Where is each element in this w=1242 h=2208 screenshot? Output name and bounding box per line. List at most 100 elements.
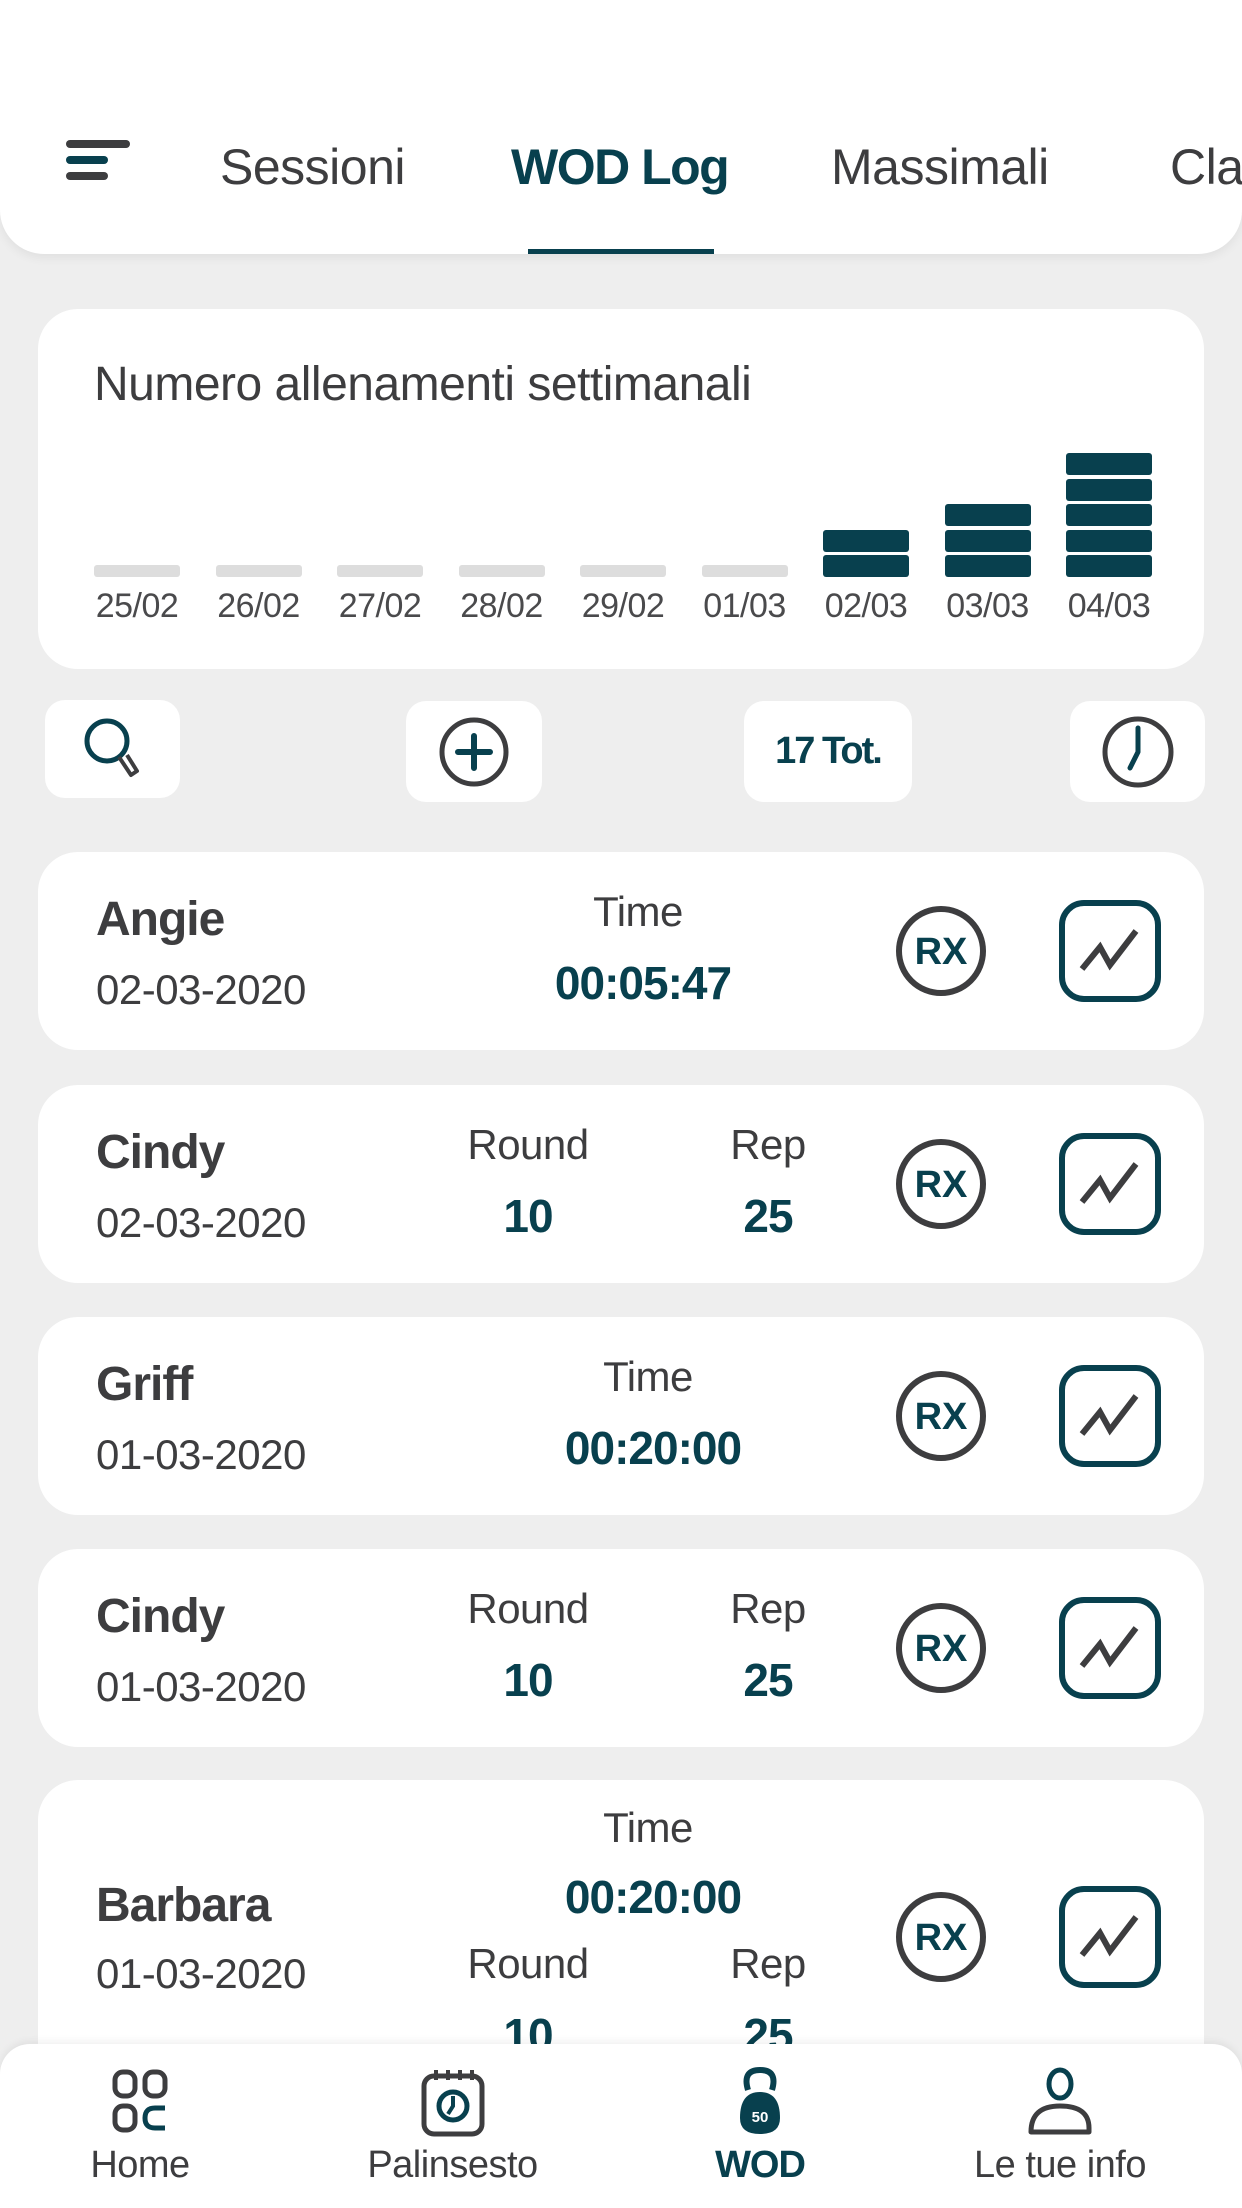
x-tick-label: 03/03: [946, 587, 1029, 625]
active-tab-indicator: [528, 249, 714, 254]
nav-item-le-tue-info[interactable]: Le tue info: [950, 2044, 1170, 2208]
bar-block-02-03-2: [823, 529, 909, 552]
rep-value: 25: [743, 1190, 793, 1242]
total-count: 17 Tot.: [775, 730, 883, 772]
empty-bar-29-02: [580, 565, 666, 577]
rx-badge-icon[interactable]: RX: [894, 904, 988, 998]
total-count-badge[interactable]: 17 Tot.: [744, 701, 912, 802]
round-label: Round: [467, 1940, 589, 1987]
empty-bar-27-02: [337, 565, 423, 577]
x-tick-label: 29/02: [581, 587, 665, 625]
empty-bar-25-02: [94, 565, 180, 577]
bar-block-04-03-4: [1066, 478, 1152, 501]
trend-chart-icon[interactable]: [1058, 899, 1162, 1003]
menu-icon[interactable]: [66, 140, 130, 184]
round-value: 10: [503, 1190, 553, 1242]
add-wod-button[interactable]: [406, 701, 542, 802]
user-icon: [1028, 2067, 1092, 2135]
time-value: 00:20:00: [564, 1871, 742, 1923]
nav-label: WOD: [715, 2144, 806, 2186]
rep-label: Rep: [730, 1940, 806, 1987]
rx-badge-icon[interactable]: RX: [894, 1137, 988, 1231]
top-tab-bar: Sessioni WOD Log Massimali Cla: [0, 0, 1242, 254]
bar-block-04-03-5: [1066, 453, 1152, 475]
bottom-navigation: Home Palinsesto 50 WOD Le tue info: [0, 2044, 1242, 2208]
weekly-workouts-chart-card: Numero allenamenti settimanali 25/02 26/0…: [38, 309, 1204, 669]
tab-classifiche[interactable]: Cla: [1170, 138, 1242, 196]
bar-block-04-03-1: [1066, 555, 1152, 577]
nav-label: Home: [90, 2144, 190, 2186]
trend-chart-icon[interactable]: [1058, 1364, 1162, 1468]
rep-label: Rep: [730, 1585, 806, 1632]
wod-card[interactable]: Cindy 01-03-2020 Round 10 Rep 25 RX: [38, 1549, 1204, 1747]
nav-item-palinsesto[interactable]: Palinsesto: [345, 2044, 560, 2208]
wod-card[interactable]: Cindy 02-03-2020 Round 10 Rep 25 RX: [38, 1085, 1204, 1283]
wod-name: Cindy: [96, 1590, 225, 1643]
x-tick-label: 28/02: [460, 587, 543, 625]
svg-text:RX: RX: [915, 1917, 968, 1959]
rep-label: Rep: [730, 1121, 806, 1168]
wod-name: Griff: [96, 1358, 193, 1411]
wod-name: Cindy: [96, 1126, 225, 1179]
time-label: Time: [593, 888, 683, 935]
x-tick-label: 01/03: [703, 587, 786, 625]
svg-text:RX: RX: [915, 1396, 968, 1438]
round-value: 10: [503, 1654, 553, 1706]
svg-text:RX: RX: [915, 1164, 968, 1206]
nav-label: Palinsesto: [367, 2144, 538, 2186]
empty-bar-01-03: [701, 565, 788, 577]
x-tick-label: 02/03: [824, 587, 908, 625]
add-circle-icon: [439, 717, 509, 786]
bar-block-02-03-1: [823, 555, 909, 577]
wod-date: 01-03-2020: [96, 1663, 306, 1710]
wod-date: 02-03-2020: [96, 966, 306, 1013]
calendar-clock-icon: [421, 2070, 484, 2137]
wod-date: 01-03-2020: [96, 1431, 306, 1478]
search-button[interactable]: [45, 700, 180, 798]
clock-icon: [1102, 716, 1173, 787]
bar-block-03-03-2: [944, 529, 1031, 552]
bar-block-04-03-3: [1066, 504, 1152, 526]
rx-badge-icon[interactable]: RX: [894, 1369, 988, 1463]
nav-item-wod[interactable]: 50 WOD: [680, 2044, 840, 2208]
x-tick-label: 27/02: [338, 587, 422, 625]
empty-bar-26-02: [215, 565, 302, 577]
bar-block-04-03-2: [1066, 529, 1152, 552]
rx-badge-icon[interactable]: RX: [894, 1601, 988, 1695]
wod-date: 01-03-2020: [96, 1950, 306, 1997]
wod-name: Barbara: [96, 1879, 271, 1932]
empty-bar-28-02: [458, 565, 545, 577]
time-label: Time: [603, 1804, 693, 1851]
wod-card[interactable]: Angie 02-03-2020 Time 00:05:47 RX: [38, 852, 1204, 1050]
bar-chart: 25/02 26/02 27/02 28/02 29/02 01/03 02/03 03/03…: [38, 309, 1204, 669]
wod-name: Angie: [96, 893, 225, 946]
tab-wod-log[interactable]: WOD Log: [511, 138, 730, 196]
svg-text:50: 50: [752, 2109, 769, 2126]
round-label: Round: [467, 1585, 589, 1632]
x-tick-label: 25/02: [95, 587, 179, 625]
round-label: Round: [467, 1121, 589, 1168]
history-button[interactable]: [1070, 701, 1205, 802]
search-icon: [84, 718, 139, 777]
svg-text:RX: RX: [915, 931, 968, 973]
kettlebell-icon: 50: [740, 2066, 780, 2134]
bar-block-03-03-3: [944, 504, 1031, 526]
wod-card[interactable]: Griff 01-03-2020 Time 00:20:00 RX: [38, 1317, 1204, 1515]
home-grid-icon: [112, 2069, 168, 2133]
nav-label: Le tue info: [974, 2144, 1146, 2186]
bar-block-03-03-1: [944, 555, 1031, 577]
trend-chart-icon[interactable]: [1058, 1596, 1162, 1700]
time-value: 00:05:47: [554, 957, 732, 1009]
wod-date: 02-03-2020: [96, 1199, 306, 1246]
x-tick-label: 26/02: [217, 587, 300, 625]
nav-item-home[interactable]: Home: [60, 2044, 220, 2208]
tab-massimali[interactable]: Massimali: [831, 138, 1049, 196]
trend-chart-icon[interactable]: [1058, 1885, 1162, 1989]
rep-value: 25: [743, 1654, 793, 1706]
rx-badge-icon[interactable]: RX: [894, 1890, 988, 1984]
svg-text:RX: RX: [915, 1628, 968, 1670]
tab-sessioni[interactable]: Sessioni: [220, 138, 406, 196]
time-value: 00:20:00: [564, 1422, 742, 1474]
x-tick-label: 04/03: [1067, 587, 1151, 625]
trend-chart-icon[interactable]: [1058, 1132, 1162, 1236]
